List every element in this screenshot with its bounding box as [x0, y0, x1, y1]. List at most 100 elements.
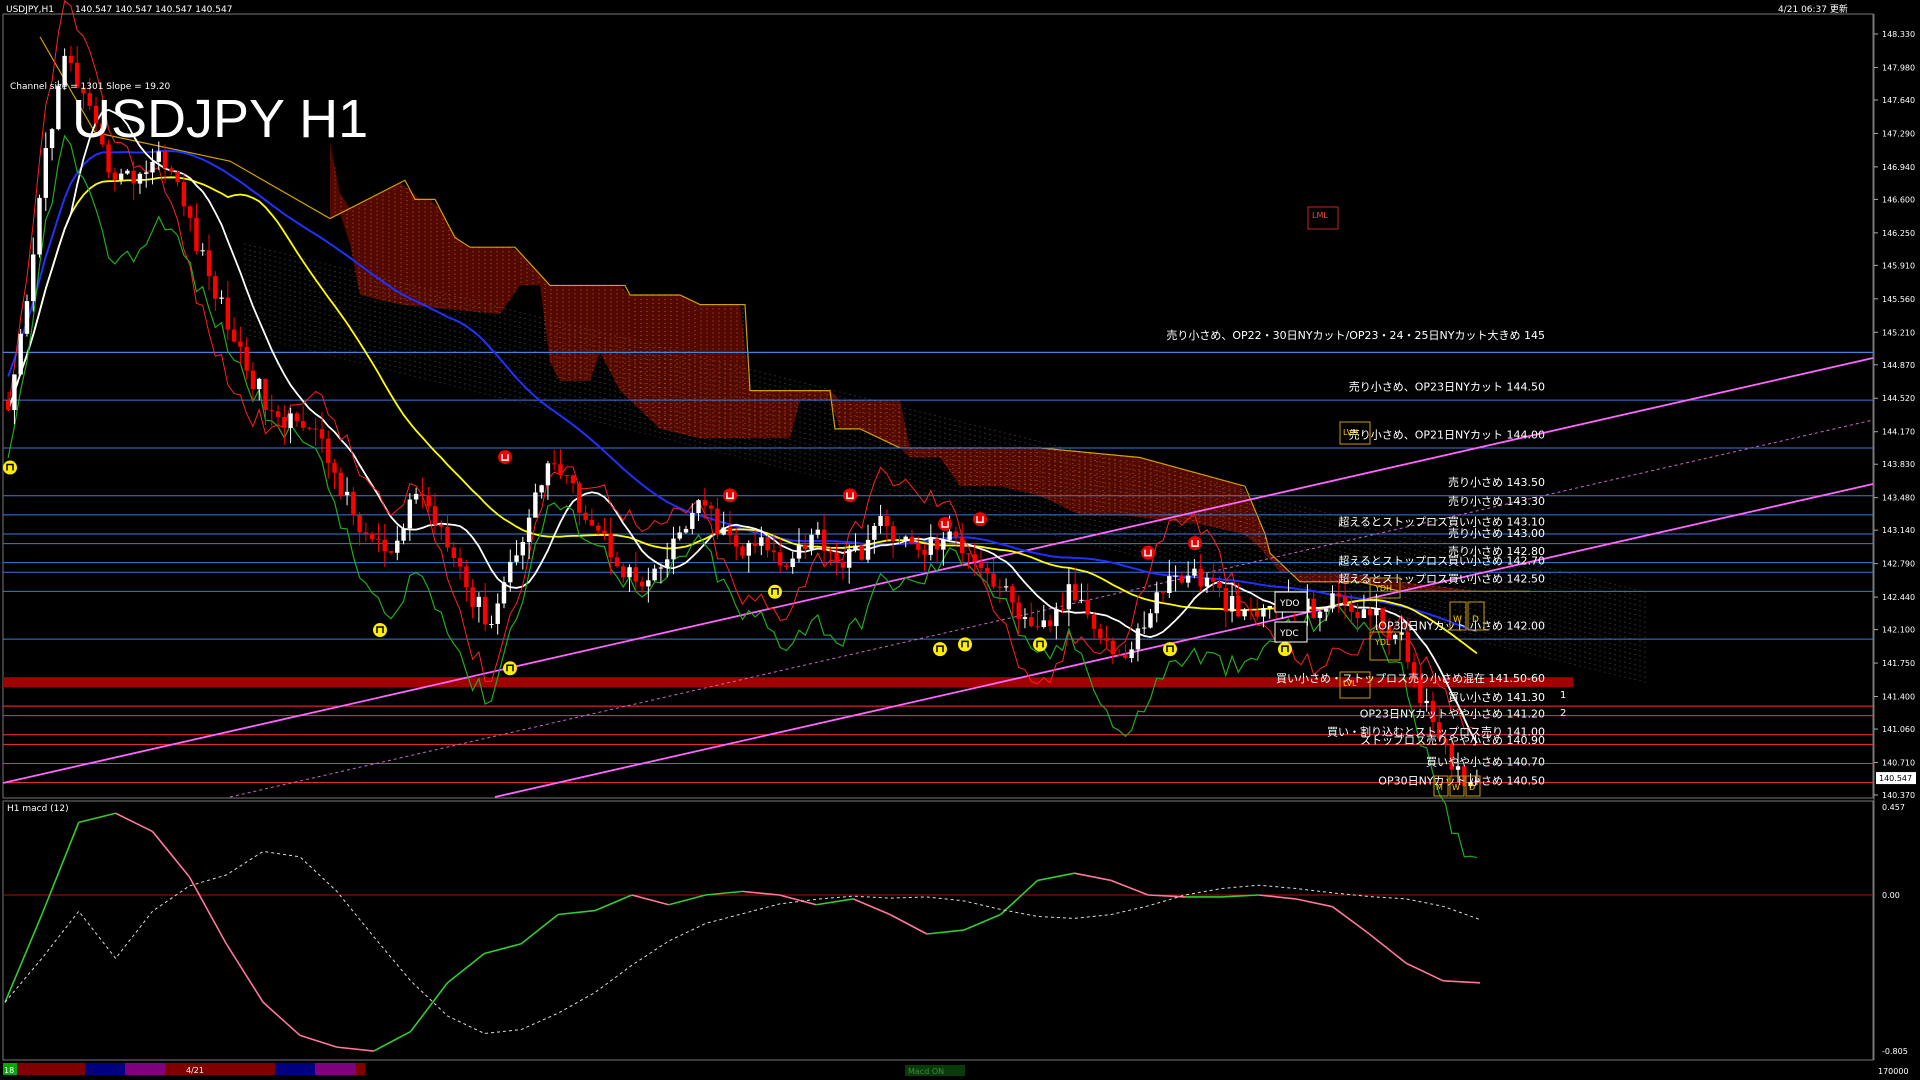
svg-text:W: W — [1453, 615, 1462, 625]
macd-line — [409, 982, 449, 1033]
candle-body — [972, 554, 977, 562]
candle-body — [847, 549, 852, 568]
candle-body — [1135, 628, 1141, 650]
candle-body — [765, 537, 770, 551]
candle-body — [752, 542, 758, 546]
candle-body — [169, 168, 174, 172]
candle-body — [470, 587, 475, 607]
candle-body — [953, 531, 959, 537]
candle-body — [1116, 654, 1122, 656]
candle-body — [1254, 610, 1260, 617]
macd-line — [115, 812, 153, 833]
macd-line — [1443, 980, 1481, 984]
candle-body — [1072, 584, 1078, 601]
macd-line — [299, 1034, 338, 1048]
candle-body — [1355, 611, 1360, 618]
candle-body — [43, 148, 48, 198]
candle-body — [1192, 568, 1197, 576]
candle-body — [18, 333, 23, 375]
candle-body — [401, 528, 406, 541]
candle-body — [156, 151, 161, 162]
candle-body — [583, 512, 588, 520]
candle-body — [187, 206, 193, 218]
candle-body — [1104, 638, 1109, 641]
candle-body — [708, 505, 714, 509]
candle-body — [865, 539, 871, 560]
candle-body — [834, 552, 839, 563]
candle-body — [369, 533, 375, 539]
macd-line — [816, 898, 854, 906]
candle-body — [351, 491, 356, 516]
level-label: OP23日NYカットやや小さめ 141.20 — [1360, 707, 1545, 720]
buy-signal-icon — [958, 637, 972, 652]
svg-text:LML: LML — [1312, 211, 1328, 220]
candle-body — [595, 525, 601, 531]
candle-body — [445, 526, 450, 548]
lml-marker: LML — [1307, 206, 1339, 230]
level-label: 超えるとストップロス買い小さめ 142.70 — [1338, 554, 1545, 568]
candle-body — [1079, 599, 1084, 601]
candle-body — [1317, 611, 1323, 618]
candle-body — [796, 544, 802, 559]
candle-body — [263, 378, 268, 411]
candle-body — [696, 500, 701, 514]
candle-body — [56, 85, 61, 130]
candle-body — [1041, 620, 1046, 627]
candle-body — [344, 491, 350, 496]
candle-body — [658, 567, 664, 569]
candle-body — [558, 464, 563, 476]
candle-body — [1016, 602, 1021, 619]
candle-body — [520, 541, 526, 556]
candle-body — [1248, 610, 1254, 612]
candle-body — [382, 539, 387, 552]
candle-body — [1142, 627, 1147, 629]
candle-body — [206, 250, 212, 277]
candle-body — [250, 370, 256, 390]
candle-body — [464, 566, 469, 588]
candle-body — [1267, 605, 1272, 608]
candle-body — [1236, 595, 1241, 617]
macd-line — [558, 909, 596, 916]
candle-body — [1066, 584, 1072, 610]
candle-body — [12, 374, 17, 411]
candle-body — [1154, 592, 1159, 614]
candle-body — [231, 329, 237, 342]
candle-body — [1198, 568, 1203, 587]
candle-body — [376, 538, 381, 540]
candle-body — [646, 580, 651, 587]
macd-line — [1110, 879, 1149, 896]
candle-body — [24, 301, 30, 334]
macd-line — [41, 822, 80, 915]
axis-label: 140.710 — [1882, 758, 1915, 767]
candle-body — [853, 545, 858, 550]
candle-body — [213, 276, 218, 299]
macd-axis-top: 0.457 — [1882, 803, 1905, 812]
candle-body — [997, 586, 1003, 588]
candle-body — [897, 541, 902, 543]
candle-body — [175, 171, 180, 183]
candle-body — [734, 535, 739, 547]
svg-text:YDH: YDH — [1374, 584, 1392, 593]
candle-body — [363, 532, 369, 534]
candle-body — [457, 558, 463, 567]
candle-body — [275, 411, 281, 417]
candle-body — [1091, 614, 1097, 629]
candle-body — [1374, 608, 1379, 616]
svg-text:D: D — [1472, 615, 1479, 625]
candle-body — [1223, 588, 1228, 612]
candle-body — [777, 552, 783, 566]
macd-line — [188, 876, 227, 945]
candle-body — [49, 129, 55, 149]
ydc-marker: YDC — [1274, 621, 1308, 643]
candle-body — [501, 582, 507, 604]
macd-line — [262, 1001, 301, 1037]
axis-label: 143.480 — [1882, 494, 1915, 503]
candle-body — [451, 547, 456, 559]
candle-body — [489, 623, 494, 625]
candle-body — [1010, 586, 1015, 603]
axis-label: 140.370 — [1882, 791, 1915, 800]
candle-body — [1204, 577, 1210, 587]
candle-body — [439, 524, 444, 527]
level-label: 買いやや小さめ 140.70 — [1426, 755, 1545, 768]
buy-signal-icon — [1278, 642, 1292, 657]
